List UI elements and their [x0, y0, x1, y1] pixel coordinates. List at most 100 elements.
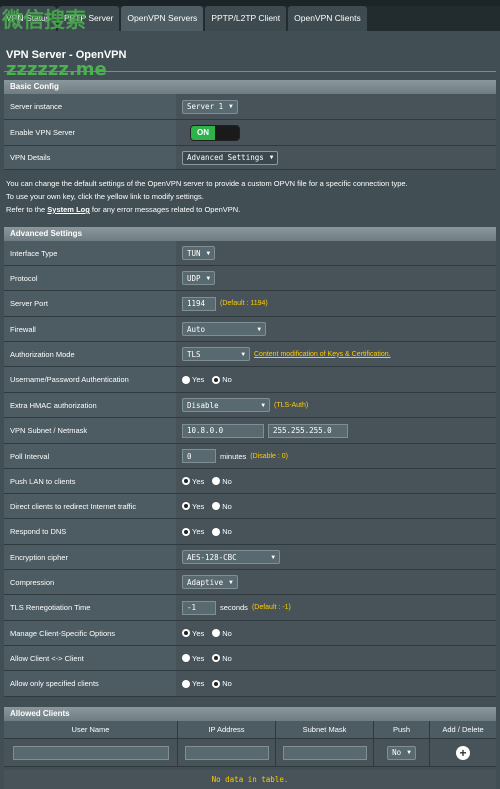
radio-yes[interactable]: Yes	[182, 375, 204, 384]
radio-no[interactable]: No	[212, 527, 232, 536]
radio-no[interactable]: No	[212, 679, 232, 688]
radio-yes[interactable]: Yes	[182, 654, 204, 663]
chevron-down-icon: ▼	[241, 350, 245, 358]
radio-group: Yes No	[176, 646, 496, 670]
client-push-select[interactable]: No ▼	[387, 745, 416, 760]
advanced-settings-header: Advanced Settings	[4, 227, 496, 241]
radio-yes-icon	[182, 629, 190, 637]
page-title: VPN Server - OpenVPN	[6, 49, 127, 61]
enable-vpn-toggle[interactable]: ON	[190, 124, 240, 141]
row-interface-type: Interface Type TUN ▼	[4, 241, 496, 266]
chevron-down-icon: ▼	[407, 749, 411, 756]
firewall-select[interactable]: Auto ▼	[182, 322, 266, 336]
radio-group: Yes No	[176, 494, 496, 518]
row-protocol: Protocol UDP ▼	[4, 266, 496, 291]
info-text: You can change the default settings of t…	[6, 179, 408, 214]
radio-no-icon	[212, 375, 221, 384]
radio-no[interactable]: No	[212, 629, 232, 638]
vpn-details-label: VPN Details	[4, 146, 176, 169]
chevron-down-icon: ▼	[257, 325, 261, 333]
row-hmac: Extra HMAC authorization Disable ▼ (TLS-Au…	[4, 393, 496, 418]
auth-mode-select[interactable]: TLS ▼	[182, 347, 250, 361]
row-redirect: Direct clients to redirect Internet traf…	[4, 494, 496, 519]
radio-no-icon	[212, 679, 221, 688]
server-instance-select[interactable]: Server 1 ▼	[182, 99, 238, 114]
col-ip-address: IP Address	[178, 721, 276, 738]
tab-openvpn-servers[interactable]: OpenVPN Servers	[121, 6, 204, 31]
radio-yes-icon	[182, 527, 190, 536]
tls-reneg-input[interactable]: -1	[182, 600, 216, 615]
compression-select[interactable]: Adaptive ▼	[182, 575, 238, 589]
clients-table-header: User Name IP Address Subnet Mask Push Ad…	[4, 721, 496, 739]
watermark-top: 微信搜索	[2, 8, 86, 32]
radio-no[interactable]: No	[212, 654, 232, 663]
radio-no[interactable]: No	[212, 477, 232, 486]
col-subnet-mask: Subnet Mask	[276, 721, 374, 738]
radio-group: Yes No	[176, 469, 496, 493]
cipher-select[interactable]: AES-128-CBC ▼	[182, 550, 280, 564]
row-subnet: VPN Subnet / Netmask 10.8.0.0 255.255.255…	[4, 418, 496, 444]
chevron-down-icon: ▼	[269, 154, 274, 161]
radio-no-icon	[212, 477, 221, 485]
chevron-down-icon: ▼	[206, 249, 211, 257]
radio-group: Yes No	[176, 367, 496, 392]
radio-group: Yes No	[176, 621, 496, 645]
chevron-down-icon: ▼	[206, 274, 211, 282]
row-only-specified: Allow only specified clients Yes No	[4, 671, 496, 697]
radio-no-icon	[212, 502, 221, 510]
row-tls-reneg: TLS Renegotiation Time -1 seconds (Default…	[4, 595, 496, 621]
radio-yes-icon	[182, 654, 190, 662]
row-vpn-details: VPN Details Advanced Settings ▼	[4, 146, 496, 170]
clients-input-row: No ▼ +	[4, 739, 496, 767]
system-log-link[interactable]: System Log	[47, 205, 90, 214]
tab-openvpn-clients[interactable]: OpenVPN Clients	[288, 6, 367, 31]
radio-yes[interactable]: Yes	[182, 679, 204, 688]
enable-vpn-label: Enable VPN Server	[4, 120, 176, 145]
row-userpass-auth: Username/Password Authentication Yes No	[4, 367, 496, 393]
client-ip-input[interactable]	[184, 745, 269, 760]
chevron-down-icon: ▼	[229, 103, 233, 110]
radio-no-icon	[212, 527, 221, 536]
radio-no-icon	[212, 654, 221, 662]
vpn-details-select[interactable]: Advanced Settings ▼	[182, 150, 279, 165]
radio-yes[interactable]: Yes	[182, 477, 204, 486]
radio-group: Yes No	[176, 519, 496, 544]
chevron-down-icon: ▼	[271, 553, 275, 561]
radio-yes-icon	[182, 679, 190, 688]
radio-yes-icon	[182, 477, 190, 485]
protocol-select[interactable]: UDP ▼	[182, 271, 216, 285]
divider	[4, 71, 496, 72]
radio-yes[interactable]: Yes	[182, 527, 204, 536]
client-username-input[interactable]	[12, 745, 169, 760]
radio-no[interactable]: No	[212, 502, 232, 511]
basic-config-header: Basic Config	[4, 80, 496, 94]
radio-no[interactable]: No	[212, 375, 232, 384]
row-cipher: Encryption cipher AES-128-CBC ▼	[4, 545, 496, 570]
keys-certification-link[interactable]: Content modification of Keys & Certifica…	[254, 351, 391, 358]
watermark-bottom: zzzzzz.me	[6, 59, 107, 80]
radio-no-icon	[212, 629, 221, 637]
hmac-select[interactable]: Disable ▼	[182, 398, 270, 412]
netmask-input[interactable]: 255.255.255.0	[268, 423, 348, 438]
tab-pptp-l2tp-client[interactable]: PPTP/L2TP Client	[205, 6, 287, 31]
row-server-port: Server Port 1194 (Default : 1194)	[4, 291, 496, 317]
row-server-instance: Server instance Server 1 ▼	[4, 94, 496, 120]
row-push-lan: Push LAN to clients Yes No	[4, 469, 496, 494]
radio-yes[interactable]: Yes	[182, 629, 204, 638]
add-circle-icon[interactable]: +	[456, 745, 470, 760]
poll-interval-input[interactable]: 0	[182, 449, 216, 463]
radio-yes-icon	[182, 502, 190, 510]
main-panel: zzzzzz.me VPN Server - OpenVPN Basic Con…	[0, 31, 500, 789]
client-mask-input[interactable]	[282, 745, 367, 760]
subnet-input[interactable]: 10.8.0.0	[182, 423, 264, 438]
radio-yes[interactable]: Yes	[182, 502, 204, 511]
radio-group: Yes No	[176, 671, 496, 696]
radio-yes-icon	[182, 375, 190, 384]
chevron-down-icon: ▼	[229, 578, 233, 586]
interface-type-select[interactable]: TUN ▼	[182, 246, 216, 260]
row-auth-mode: Authorization Mode TLS ▼ Content modificat…	[4, 342, 496, 367]
row-enable-vpn: Enable VPN Server ON	[4, 120, 496, 146]
server-port-input[interactable]: 1194	[182, 296, 216, 311]
col-user-name: User Name	[4, 721, 178, 738]
server-instance-label: Server instance	[4, 94, 176, 119]
